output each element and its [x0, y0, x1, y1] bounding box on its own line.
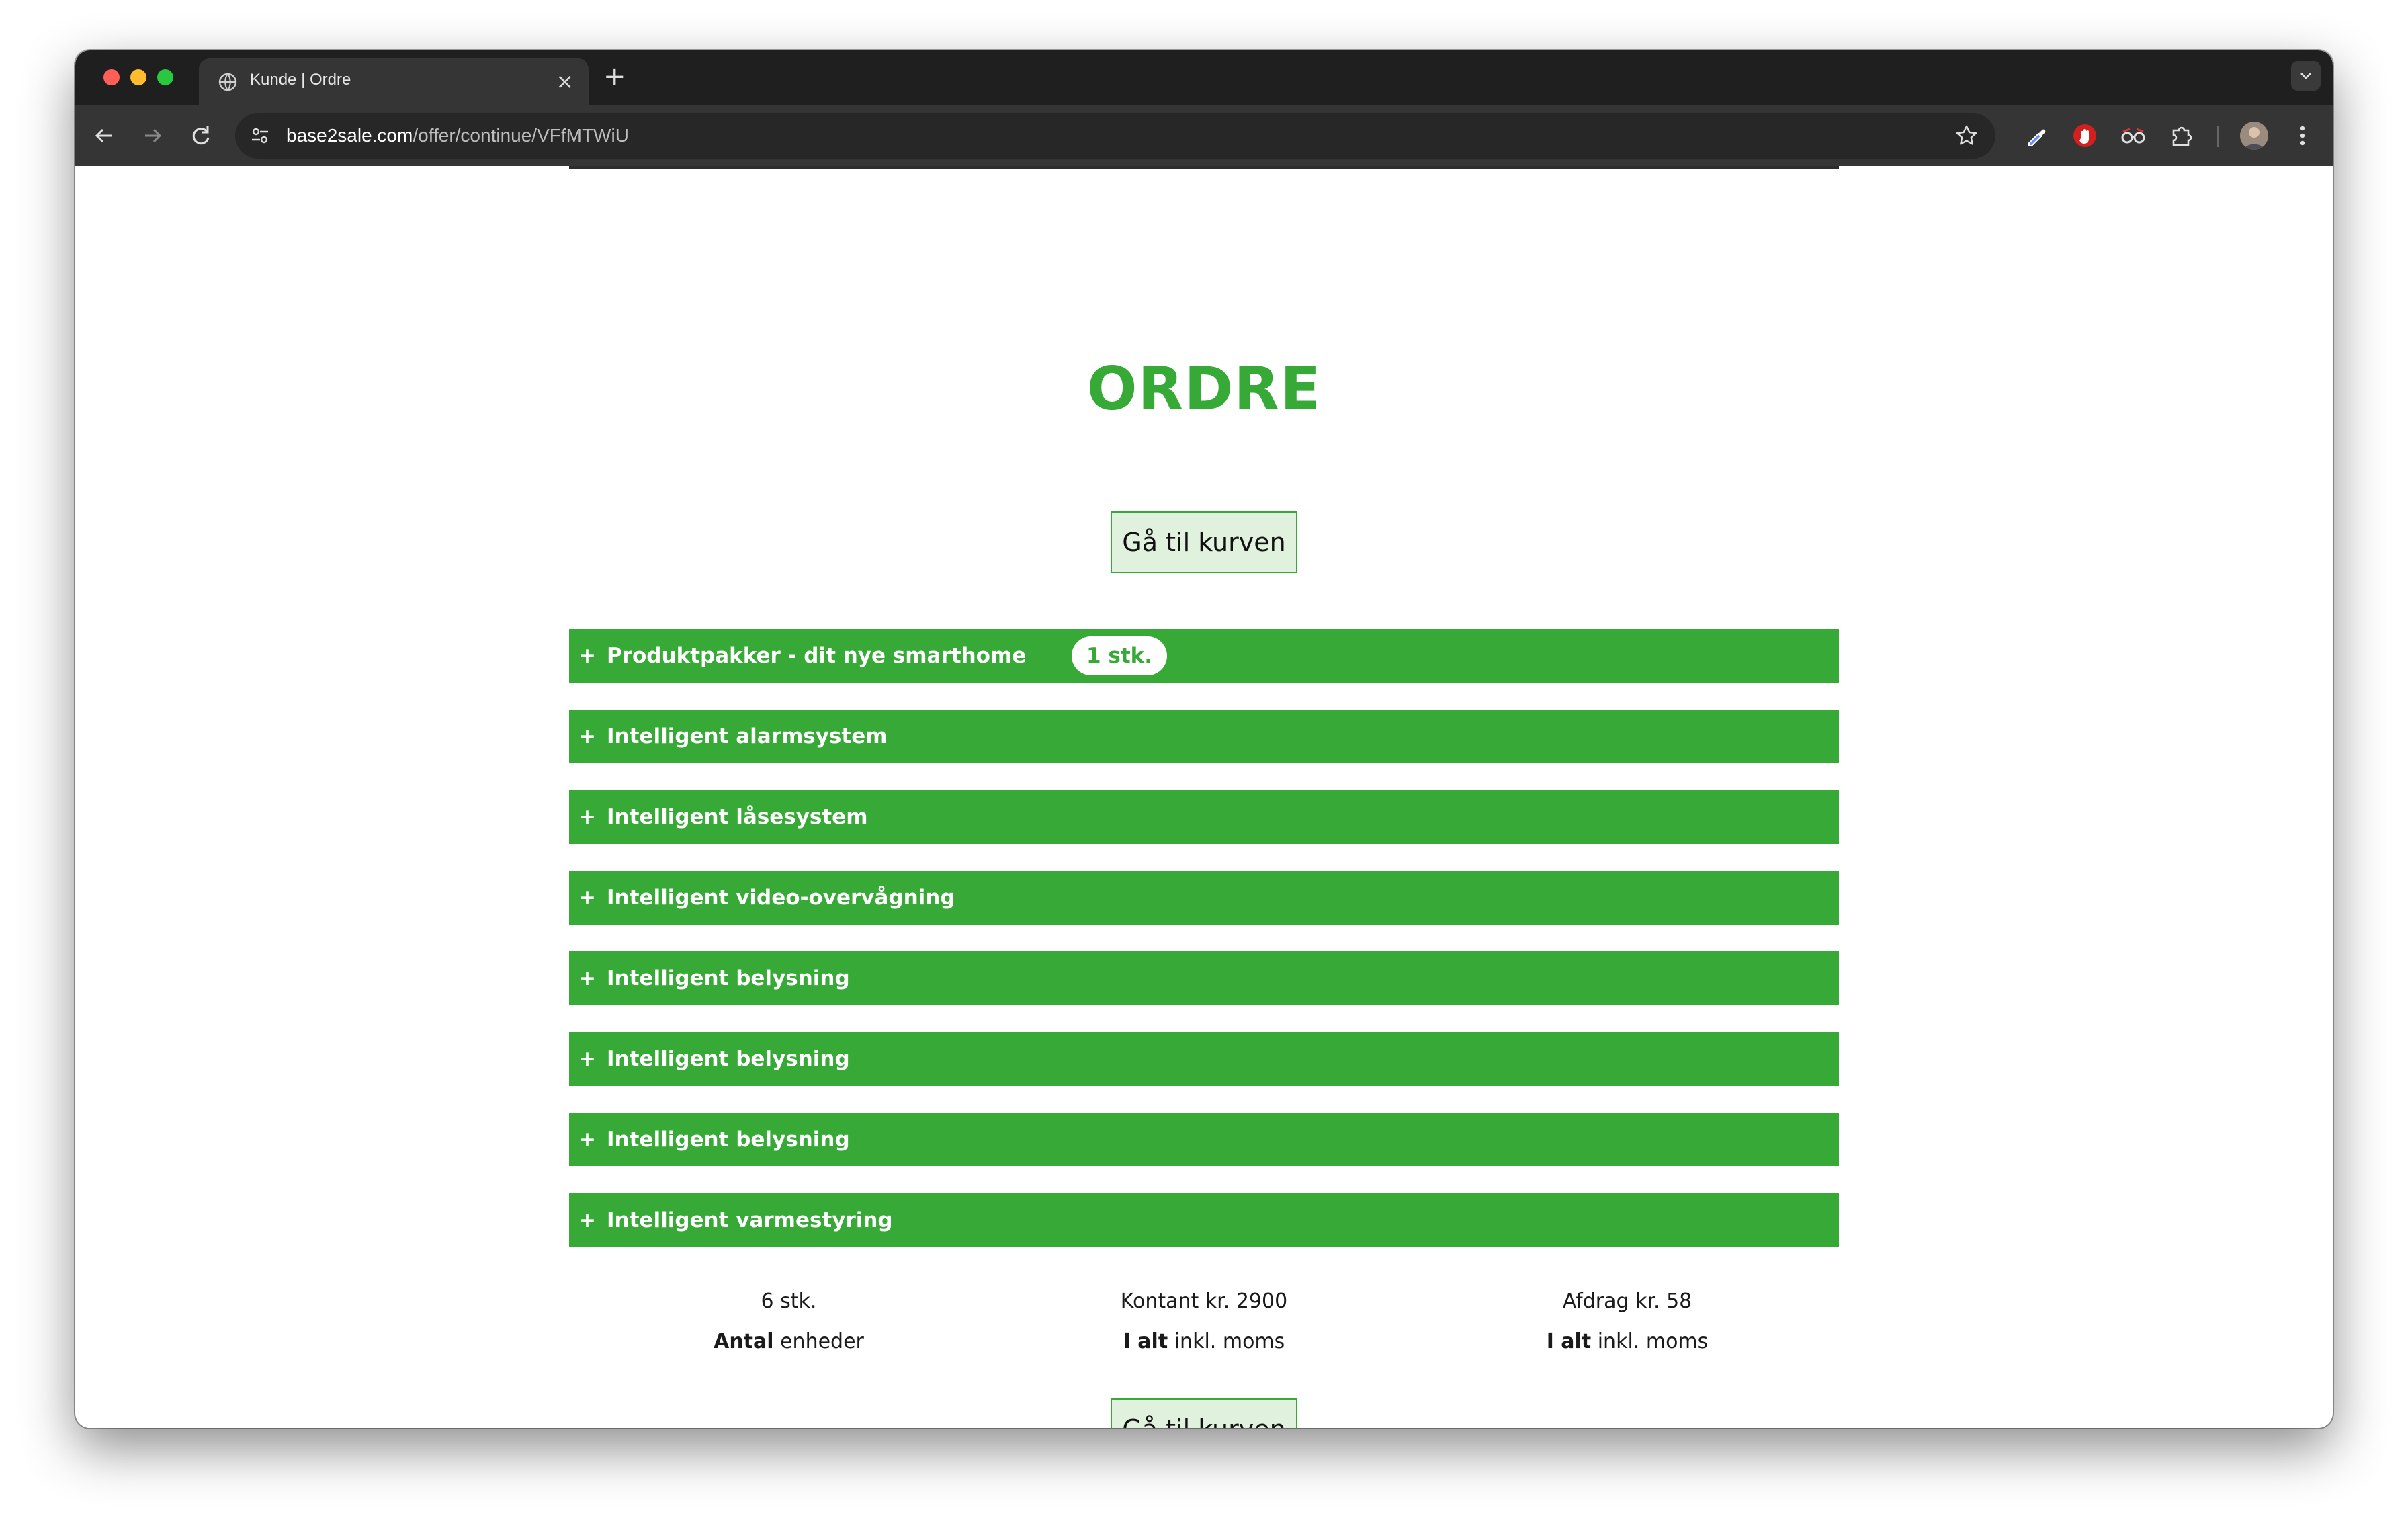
site-settings-icon[interactable]	[250, 126, 270, 146]
go-to-cart-button[interactable]: Gå til kurven	[1111, 511, 1297, 573]
browser-window: Kunde | Ordre × + base2sale.com/offer/co…	[75, 50, 2333, 1428]
accordion-item-lighting-3[interactable]: + Intelligent belysning	[569, 1113, 1839, 1166]
units-caption-rest: enheder	[773, 1330, 864, 1353]
accordion-item-product-packages[interactable]: + Produktpakker - dit nye smarthome 1 st…	[569, 629, 1839, 683]
back-button[interactable]	[89, 120, 120, 151]
plus-icon: +	[578, 966, 596, 990]
accordion-item-label: Intelligent belysning	[607, 966, 850, 990]
accordion-item-alarm-system[interactable]: + Intelligent alarmsystem	[569, 710, 1839, 763]
globe-icon	[218, 72, 238, 92]
plus-icon: +	[578, 805, 596, 829]
cash-caption-rest: inkl. moms	[1168, 1330, 1285, 1353]
plus-icon: +	[578, 1128, 596, 1152]
accordion-item-heating-control[interactable]: + Intelligent varmestyring	[569, 1193, 1839, 1247]
address-bar[interactable]: base2sale.com/offer/continue/VFfMTWiU	[235, 113, 1995, 159]
tab-active[interactable]: Kunde | Ordre ×	[199, 58, 589, 105]
plus-icon: +	[578, 886, 596, 910]
plus-icon: +	[578, 724, 596, 749]
glasses-icon[interactable]	[2119, 122, 2147, 150]
plus-icon: +	[578, 1208, 596, 1232]
minimize-window-button[interactable]	[130, 69, 146, 85]
installment-caption: I alt inkl. moms	[1426, 1322, 1829, 1362]
reload-button[interactable]	[185, 120, 216, 151]
quantity-badge: 1 stk.	[1072, 636, 1168, 675]
tab-close-icon[interactable]: ×	[556, 68, 574, 95]
url-text[interactable]: base2sale.com/offer/continue/VFfMTWiU	[286, 125, 629, 146]
accordion-item-lighting-1[interactable]: + Intelligent belysning	[569, 951, 1839, 1005]
close-window-button[interactable]	[103, 69, 120, 85]
accordion-item-video-surveillance[interactable]: + Intelligent video-overvågning	[569, 871, 1839, 925]
accordion-item-lighting-2[interactable]: + Intelligent belysning	[569, 1032, 1839, 1086]
installment-caption-rest: inkl. moms	[1591, 1330, 1709, 1353]
divider	[569, 166, 1839, 169]
tab-title: Kunde | Ordre	[250, 71, 351, 89]
zoom-window-button[interactable]	[157, 69, 173, 85]
plus-icon: +	[578, 644, 596, 668]
more-icon[interactable]	[2292, 120, 2313, 151]
summary-cash: Kontant kr. 2900 I alt inkl. moms	[1002, 1281, 1406, 1362]
url-path: /offer/continue/VFfMTWiU	[413, 125, 629, 146]
reload-icon	[192, 126, 210, 145]
installment-value: Afdrag kr. 58	[1562, 1289, 1692, 1313]
page-viewport: ORDRE Gå til kurven + Produktpakker - di…	[75, 166, 2333, 1428]
accordion-item-label: Intelligent video-overvågning	[607, 886, 955, 910]
go-to-cart-button-bottom[interactable]: Gå til kurven	[1111, 1398, 1297, 1428]
forward-button[interactable]	[137, 120, 168, 151]
plus-icon: +	[578, 1047, 596, 1071]
installment-caption-bold: I alt	[1546, 1330, 1592, 1353]
accordion-item-label: Produktpakker - dit nye smarthome	[607, 644, 1027, 668]
summary-installment: Afdrag kr. 58 I alt inkl. moms	[1426, 1281, 1829, 1362]
eyedropper-icon[interactable]	[2022, 122, 2051, 150]
accordion-item-label: Intelligent belysning	[607, 1047, 850, 1071]
summary-units: 6 stk. Antal enheder	[587, 1281, 990, 1362]
cash-caption-bold: I alt	[1123, 1330, 1168, 1353]
accordion-item-label: Intelligent alarmsystem	[607, 724, 888, 749]
new-tab-button[interactable]: +	[603, 60, 626, 93]
puzzle-icon[interactable]	[2167, 122, 2196, 150]
units-caption-bold: Antal	[714, 1330, 774, 1353]
accordion-item-lock-system[interactable]: + Intelligent låsesystem	[569, 790, 1839, 844]
accordion-item-label: Intelligent belysning	[607, 1128, 850, 1152]
cash-value: Kontant kr. 2900	[1120, 1289, 1288, 1313]
avatar[interactable]	[2240, 122, 2268, 150]
forward-icon	[145, 128, 162, 143]
page-title: ORDRE	[1086, 354, 1322, 423]
bookmark-star-icon[interactable]	[1955, 121, 1978, 158]
tab-search-button[interactable]	[2291, 61, 2321, 91]
accordion-item-label: Intelligent låsesystem	[607, 805, 868, 829]
back-icon	[95, 128, 112, 143]
url-host: base2sale.com	[286, 125, 413, 146]
units-caption: Antal enheder	[587, 1322, 990, 1362]
cash-caption: I alt inkl. moms	[1002, 1322, 1406, 1362]
hand-stop-icon[interactable]	[2071, 122, 2099, 150]
chevron-down-icon	[2300, 73, 2311, 79]
toolbar-divider	[2217, 126, 2219, 147]
toolbar: base2sale.com/offer/continue/VFfMTWiU	[75, 105, 2333, 166]
accordion-item-label: Intelligent varmestyring	[607, 1208, 893, 1232]
tab-strip: Kunde | Ordre × +	[75, 50, 2333, 105]
units-value: 6 stk.	[761, 1289, 817, 1313]
